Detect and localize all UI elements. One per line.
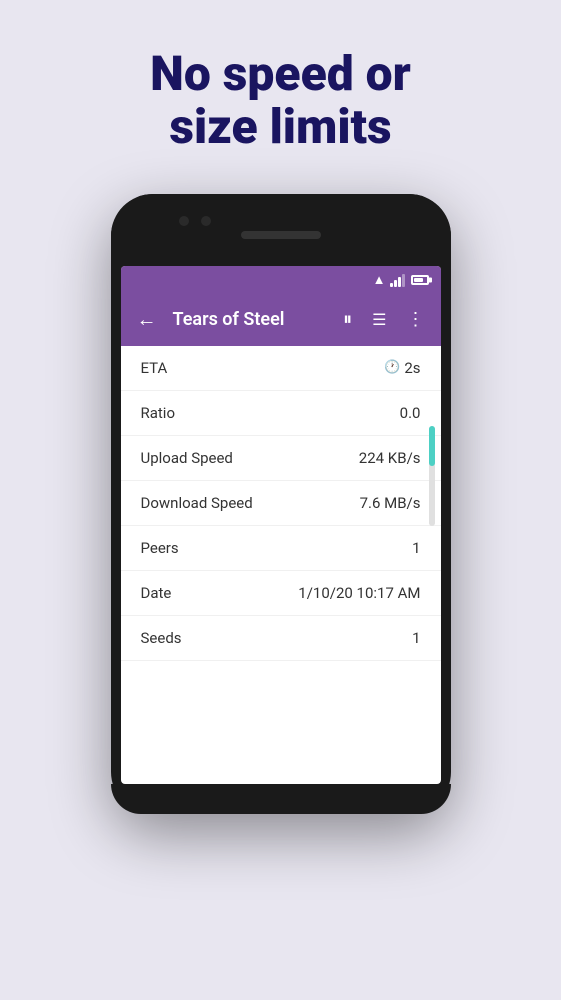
phone-frame: ▲ ← Tears of Steel <box>111 194 451 814</box>
table-row: ETA 🕐 2s <box>121 346 441 391</box>
seeds-label: Seeds <box>141 629 182 647</box>
peers-label: Peers <box>141 539 179 557</box>
more-button[interactable]: ⋮ <box>403 305 429 334</box>
date-label: Date <box>141 584 172 602</box>
camera-left <box>179 216 189 226</box>
download-speed-value: 7.6 MB/s <box>360 494 421 512</box>
table-row: Ratio 0.0 <box>121 391 441 436</box>
status-bar: ▲ <box>121 266 441 294</box>
pause-button[interactable]: ⏸ <box>339 305 356 334</box>
signal-icon <box>390 273 405 287</box>
app-toolbar: ← Tears of Steel ⏸ ☰ ⋮ <box>121 294 441 346</box>
seeds-value: 1 <box>412 629 420 647</box>
eta-value: 🕐 2s <box>384 359 420 377</box>
ratio-label: Ratio <box>141 404 176 422</box>
list-button[interactable]: ☰ <box>368 306 390 333</box>
phone-top <box>111 194 451 266</box>
scroll-bar <box>429 426 435 526</box>
upload-speed-value: 224 KB/s <box>359 449 421 467</box>
camera-right <box>201 216 211 226</box>
download-speed-label: Download Speed <box>141 494 253 512</box>
table-row: Date 1/10/20 10:17 AM <box>121 571 441 616</box>
phone-bottom <box>111 784 451 814</box>
eta-label: ETA <box>141 359 168 377</box>
ratio-value: 0.0 <box>400 404 421 422</box>
date-value: 1/10/20 10:17 AM <box>298 584 420 602</box>
info-content: ETA 🕐 2s Ratio 0.0 Upload Speed 224 KB/s <box>121 346 441 661</box>
status-icons: ▲ <box>373 272 429 288</box>
table-row: Download Speed 7.6 MB/s <box>121 481 441 526</box>
toolbar-title: Tears of Steel <box>173 309 332 330</box>
table-row: Upload Speed 224 KB/s <box>121 436 441 481</box>
headline: No speed or size limits <box>110 48 451 154</box>
table-row: Seeds 1 <box>121 616 441 661</box>
table-row: Peers 1 <box>121 526 441 571</box>
wifi-icon: ▲ <box>373 272 386 288</box>
toolbar-actions: ⏸ ☰ ⋮ <box>339 305 428 334</box>
back-button[interactable]: ← <box>133 303 161 336</box>
upload-speed-label: Upload Speed <box>141 449 233 467</box>
battery-icon <box>411 275 429 285</box>
phone-screen: ▲ ← Tears of Steel <box>121 266 441 784</box>
peers-value: 1 <box>412 539 420 557</box>
scroll-indicator <box>429 426 435 466</box>
phone-speaker <box>241 231 321 239</box>
clock-icon: 🕐 <box>384 360 400 375</box>
phone-mockup: ▲ ← Tears of Steel <box>111 194 451 814</box>
